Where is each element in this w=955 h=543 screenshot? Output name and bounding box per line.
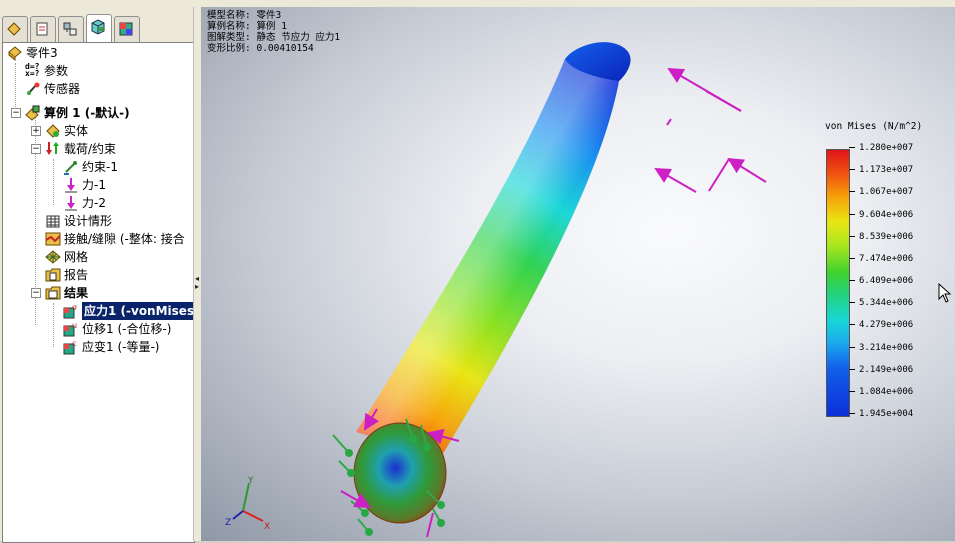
- info-model-row: 模型名称: 零件3: [207, 10, 340, 21]
- feature-manager-tab[interactable]: [2, 16, 28, 43]
- info-value: 0.00410154: [256, 43, 314, 54]
- contact-icon: [45, 232, 61, 246]
- study-icon: [25, 105, 40, 121]
- feature-tree: 零件3 d=? x=? 参数 传感器 − 算例 1 (-默认-) + 实体 − 载…: [2, 42, 197, 543]
- mouse-pointer-icon: [938, 283, 952, 303]
- info-label: 算例名称:: [207, 21, 251, 32]
- feature-manager-icon: [7, 22, 21, 36]
- tree-connector: [15, 63, 16, 113]
- tree-label: 参数: [44, 64, 69, 78]
- triad-y-label: Y: [247, 476, 254, 486]
- strain-plot-icon: ε: [63, 339, 76, 355]
- tree-label: 设计情形: [64, 214, 113, 228]
- svg-text:u: u: [72, 321, 77, 330]
- fixture-icon: [64, 161, 77, 175]
- triad-z-label: Z: [225, 518, 231, 528]
- configuration-manager-tab[interactable]: [58, 16, 84, 43]
- tree-connector: [53, 303, 54, 347]
- plot-info-block: 模型名称: 零件3 算例名称: 算例 1 图解类型: 静态 节应力 应力1 变形…: [207, 10, 340, 54]
- stress-legend: von Mises (N/m^2) 1.280e+007 1.173e+007 1.…: [821, 121, 955, 421]
- tree-label: 应力1 (-vonMises: [82, 302, 197, 320]
- info-value: 算例 1: [256, 21, 287, 32]
- tree-label: 力-1: [82, 178, 106, 192]
- simulation-study-tab[interactable]: [86, 14, 112, 43]
- load-restraint-icon: [46, 142, 59, 155]
- sensor-icon: [27, 82, 40, 95]
- info-study-row: 算例名称: 算例 1: [207, 21, 340, 32]
- configuration-manager-icon: [63, 22, 77, 36]
- legend-tick-label: 4.279e+006: [849, 320, 913, 330]
- tree-label: 力-2: [82, 196, 106, 210]
- legend-tick-label: 9.604e+006: [849, 210, 913, 220]
- legend-tick-label: 1.084e+006: [849, 387, 913, 397]
- tree-label: 算例 1 (-默认-): [44, 106, 130, 120]
- legend-tick-label: 1.067e+007: [849, 187, 913, 197]
- tree-label: 零件3: [26, 46, 58, 60]
- info-value: 静态 节应力 应力1: [256, 32, 341, 43]
- solid-body-icon: [46, 124, 60, 138]
- property-manager-icon: [36, 22, 48, 36]
- tree-label: 接触/缝隙 (-整体: 接合: [64, 232, 185, 246]
- legend-tick-label: 1.173e+007: [849, 165, 913, 175]
- force-icon: [65, 196, 77, 211]
- splitter-grip-icon[interactable]: ◂ ▸: [195, 275, 199, 291]
- triad-x-label: X: [264, 522, 270, 532]
- report-folder-icon: [45, 268, 61, 282]
- info-label: 变形比例:: [207, 43, 251, 54]
- results-folder-icon: [45, 286, 61, 300]
- mesh-icon: [45, 250, 61, 264]
- force-icon: [65, 178, 77, 193]
- legend-tick-label: 6.409e+006: [849, 276, 913, 286]
- simulation-study-icon: [91, 19, 105, 35]
- tree-label: 约束-1: [82, 160, 118, 174]
- tree-label: 报告: [64, 268, 89, 282]
- collapse-loads-toggle[interactable]: −: [31, 144, 41, 154]
- stress-plot-icon: σ: [63, 303, 78, 319]
- tree-label: 结果: [64, 286, 89, 300]
- info-deform-row: 变形比例: 0.00410154: [207, 43, 340, 54]
- info-label: 模型名称:: [207, 10, 251, 21]
- legend-tick-label: 1.945e+004: [849, 409, 913, 419]
- tree-label: 载荷/约束: [64, 142, 117, 156]
- collapse-study-toggle[interactable]: −: [11, 108, 21, 118]
- display-manager-tab[interactable]: [114, 16, 140, 43]
- tree-label: 传感器: [44, 82, 81, 96]
- legend-title: von Mises (N/m^2): [825, 121, 923, 132]
- design-scenario-icon: [46, 215, 60, 228]
- legend-tick-label: 7.474e+006: [849, 254, 913, 264]
- info-plot-type-row: 图解类型: 静态 节应力 应力1: [207, 32, 340, 43]
- orientation-triad: [232, 482, 264, 522]
- parameters-icon: d=? x=?: [25, 62, 40, 78]
- displacement-plot-icon: u: [63, 321, 77, 337]
- property-manager-tab[interactable]: [30, 16, 56, 43]
- graphics-area[interactable]: Y X Z 模型名称: 零件3 算例名称: 算例 1 图解类型: 静态 节应力 …: [201, 7, 955, 541]
- tree-label: 网格: [64, 250, 89, 264]
- legend-tick-label: 5.344e+006: [849, 298, 913, 308]
- feature-manager-panel: 零件3 d=? x=? 参数 传感器 − 算例 1 (-默认-) + 实体 − 载…: [0, 7, 197, 543]
- svg-text:ε: ε: [72, 339, 76, 348]
- tube-bottom-face: [353, 422, 447, 524]
- part-icon: [8, 46, 22, 61]
- legend-tick-label: 3.214e+006: [849, 343, 913, 353]
- legend-tick-label: 2.149e+006: [849, 365, 913, 375]
- svg-text:σ: σ: [72, 303, 78, 312]
- display-manager-icon: [119, 22, 133, 36]
- expand-solid-toggle[interactable]: +: [31, 126, 41, 136]
- collapse-results-toggle[interactable]: −: [31, 288, 41, 298]
- legend-tick-label: 1.280e+007: [849, 143, 913, 153]
- force-arrows-top: [654, 67, 767, 193]
- legend-colorbar: [826, 149, 850, 417]
- tree-label: 位移1 (-合位移-): [82, 322, 172, 336]
- legend-tick-label: 8.539e+006: [849, 232, 913, 242]
- tree-label: 实体: [64, 124, 89, 138]
- info-value: 零件3: [256, 10, 282, 21]
- info-label: 图解类型:: [207, 32, 251, 43]
- tree-label: 应变1 (-等量-): [82, 340, 160, 354]
- tree-connector: [53, 159, 54, 205]
